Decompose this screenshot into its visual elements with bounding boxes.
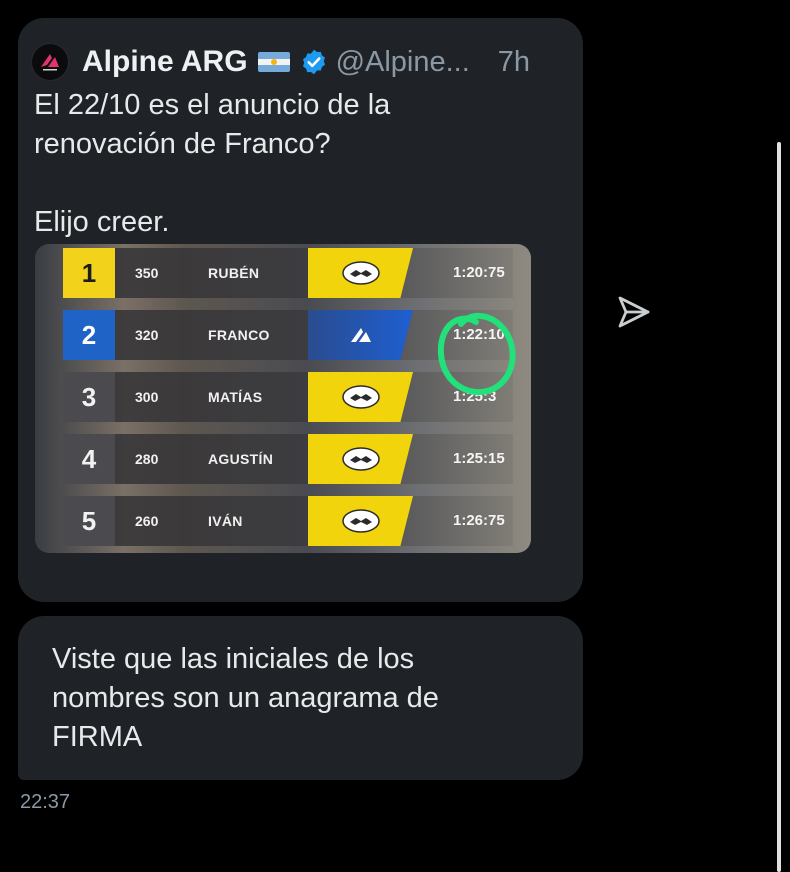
handshake-logo-icon	[308, 496, 413, 546]
argentina-flag-icon	[257, 52, 290, 72]
tweet-text: El 22/10 es el anuncio de la renovación …	[34, 89, 391, 238]
handshake-logo-icon	[308, 248, 413, 298]
green-circle-annotation	[437, 313, 516, 396]
driver-name: FRANCO	[208, 327, 270, 343]
reply-message-text: Viste que las iniciales de los nombres s…	[52, 643, 439, 753]
position-number: 4	[63, 434, 115, 484]
position-number: 1	[63, 248, 115, 298]
lap-time: 1:26:75	[453, 512, 505, 529]
driver-name: IVÁN	[208, 513, 243, 529]
scrollbar[interactable]	[777, 142, 781, 872]
driver-name: MATÍAS	[208, 389, 263, 405]
handshake-logo-icon	[308, 434, 413, 484]
points: 300	[135, 389, 159, 405]
leaderboard-row: 4 280 AGUSTÍN 1:25:15	[63, 434, 513, 484]
lap-time: 1:25:15	[453, 450, 505, 467]
position-number: 2	[63, 310, 115, 360]
verified-badge-icon	[302, 49, 325, 75]
handshake-logo-icon	[308, 372, 413, 422]
points: 350	[135, 265, 159, 281]
tweet-image-leaderboard[interactable]: 1 350 RUBÉN 1:20:75 2 320 FRANCO 1:22:10…	[35, 244, 531, 553]
points: 260	[135, 513, 159, 529]
tweet-time: 7h	[497, 45, 531, 78]
leaderboard-row: 5 260 IVÁN 1:26:75	[63, 496, 513, 546]
author-name[interactable]: Alpine ARG	[82, 45, 248, 79]
message-timestamp: 22:37	[20, 791, 71, 813]
driver-name: AGUSTÍN	[208, 451, 274, 467]
tweet-header: Alpine ARG @Alpine... 7h	[32, 32, 552, 92]
position-number: 5	[63, 496, 115, 546]
alpine-logo-icon[interactable]	[32, 44, 68, 80]
alpine-a-logo-icon	[308, 310, 413, 360]
leaderboard-row: 1 350 RUBÉN 1:20:75	[63, 248, 513, 298]
driver-name: RUBÉN	[208, 265, 260, 281]
points: 320	[135, 327, 159, 343]
lap-time: 1:20:75	[453, 264, 505, 281]
send-icon[interactable]	[614, 292, 654, 332]
author-handle[interactable]: @Alpine...	[336, 46, 470, 79]
position-number: 3	[63, 372, 115, 422]
points: 280	[135, 451, 159, 467]
